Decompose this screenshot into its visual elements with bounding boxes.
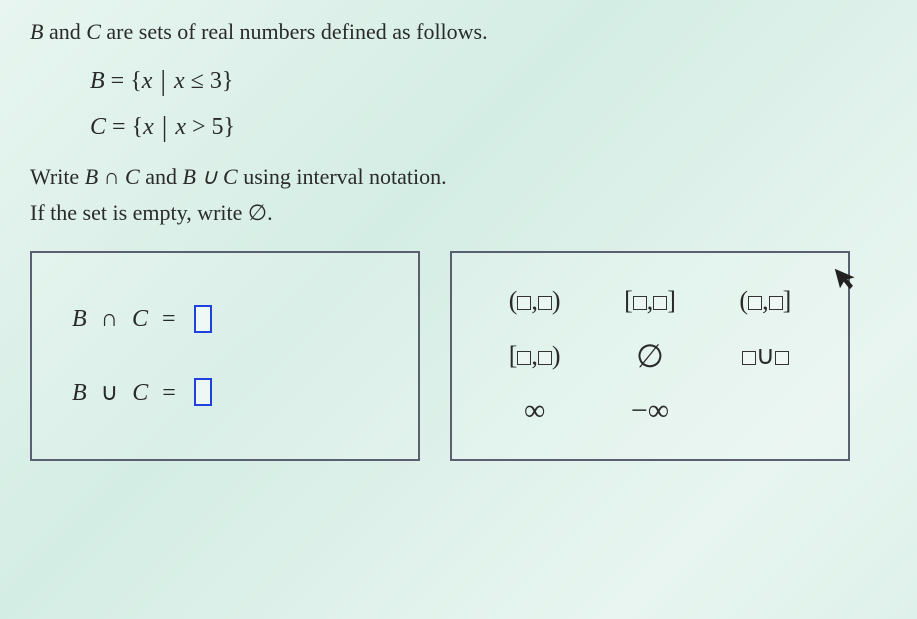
empty-set-button[interactable]: ∅	[628, 333, 672, 379]
symbol-palette: (,) [,] (,] [,) ∅ ∪ ∞ −∞	[450, 251, 850, 461]
instructions: Write B ∩ C and B ∪ C using interval not…	[30, 164, 887, 226]
empty-set-icon: ∅	[248, 200, 267, 225]
infinity-button[interactable]: ∞	[516, 390, 553, 432]
var-b: B	[30, 19, 43, 44]
open-closed-interval-button[interactable]: (,]	[731, 282, 799, 320]
set-c-definition: C = {x | x > 5}	[90, 112, 887, 144]
answer-panel: B ∩ C = B ∪ C =	[30, 251, 420, 461]
open-open-interval-button[interactable]: (,)	[501, 282, 569, 320]
intersection-input[interactable]	[194, 305, 212, 333]
set-b-definition: B = {x | x ≤ 3}	[90, 66, 887, 98]
b-intersect-c: B ∩ C	[85, 164, 140, 189]
closed-closed-interval-button[interactable]: [,]	[616, 282, 684, 320]
union-template-button[interactable]: ∪	[734, 337, 797, 375]
intersection-answer-row: B ∩ C =	[72, 305, 378, 333]
problem-intro: B and C are sets of real numbers defined…	[30, 15, 887, 48]
neg-infinity-button[interactable]: −∞	[623, 390, 677, 432]
closed-open-interval-button[interactable]: [,)	[501, 337, 569, 375]
b-union-c: B ∪ C	[182, 164, 237, 189]
union-input[interactable]	[194, 378, 212, 406]
union-answer-row: B ∪ C =	[72, 378, 378, 407]
work-area: B ∩ C = B ∪ C = (,) [,] (,] [,) ∅ ∪ ∞ −∞	[30, 251, 887, 461]
set-definitions: B = {x | x ≤ 3} C = {x | x > 5}	[90, 66, 887, 144]
var-c: C	[86, 19, 101, 44]
